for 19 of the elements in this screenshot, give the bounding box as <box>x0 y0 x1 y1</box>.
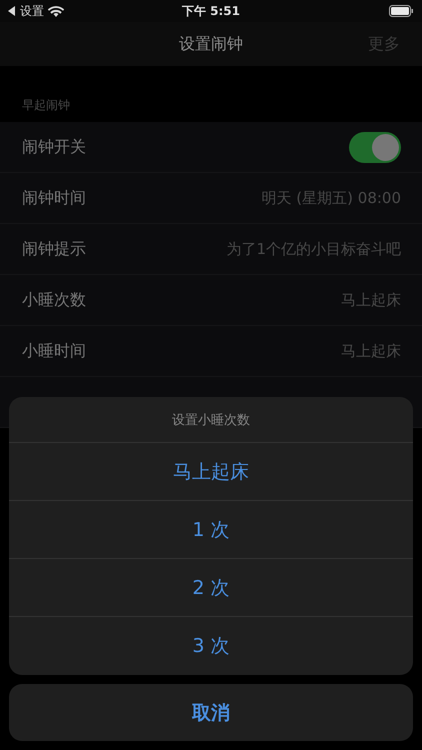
battery-icon <box>389 5 414 17</box>
back-app-label[interactable]: 设置 <box>20 2 44 20</box>
back-arrow-icon[interactable] <box>8 6 16 16</box>
sheet-title: 设置小睡次数 <box>172 412 250 428</box>
row-label: 小睡次数 <box>22 290 86 310</box>
sheet-option[interactable]: 1 次 <box>9 501 413 559</box>
row-label: 闹钟开关 <box>22 136 86 158</box>
row-label: 小睡时间 <box>22 340 86 362</box>
status-time: 下午 5:51 <box>182 2 240 20</box>
row-label: 闹钟提示 <box>22 238 86 260</box>
section-header: 早起闹钟 <box>22 97 70 114</box>
page-title: 设置闹钟 <box>179 34 243 54</box>
sheet-option[interactable]: 3 次 <box>9 617 413 675</box>
sheet-option[interactable]: 马上起床 <box>9 443 413 501</box>
wifi-icon <box>48 5 64 17</box>
row-label: 闹钟时间 <box>22 188 86 208</box>
toggle-switch[interactable] <box>349 132 401 162</box>
cancel-button[interactable]: 取消 <box>9 684 413 741</box>
sheet-option[interactable]: 2 次 <box>9 559 413 617</box>
